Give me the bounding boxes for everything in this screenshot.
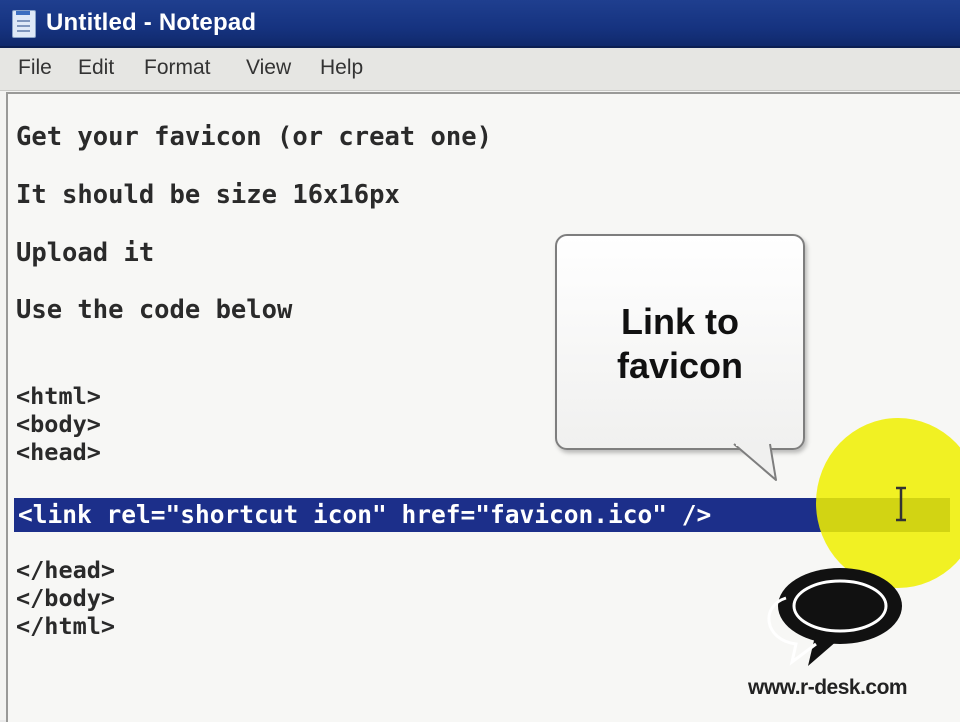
callout-text: Link to favicon [557,300,803,388]
code-line: <head> [16,438,101,466]
code-line: </html> [16,612,116,640]
callout-line-2: favicon [616,345,744,386]
text-line: It should be size 16x16px [16,180,400,210]
title-bar[interactable]: Untitled - Notepad [0,0,960,48]
callout-tail [733,442,777,481]
menu-help[interactable]: Help [316,56,367,80]
menu-format[interactable]: Format [140,56,215,80]
text-cursor-icon [896,486,906,522]
code-line: <html> [16,382,101,410]
notepad-window: Untitled - Notepad File Edit Format View… [0,0,960,722]
speech-bubbles-logo-icon [767,568,902,666]
watermark-url: www.r-desk.com [748,676,908,699]
code-line: </body> [16,584,116,612]
menu-edit[interactable]: Edit [74,56,118,80]
text-line: Upload it [16,238,155,268]
menu-bar: File Edit Format View Help [0,48,960,91]
menu-file[interactable]: File [14,56,56,80]
text-line: Get your favicon (or creat one) [16,122,492,152]
selected-code-line[interactable]: <link rel="shortcut icon" href="favicon.… [14,498,950,532]
callout-line-1: Link to [621,301,739,342]
code-line: <body> [16,410,101,438]
text-line: Use the code below [16,295,293,325]
notepad-app-icon [12,10,36,38]
callout-bubble: Link to favicon [555,234,805,450]
menu-view[interactable]: View [242,56,295,80]
code-line: </head> [16,556,116,584]
window-title: Untitled - Notepad [46,9,257,36]
